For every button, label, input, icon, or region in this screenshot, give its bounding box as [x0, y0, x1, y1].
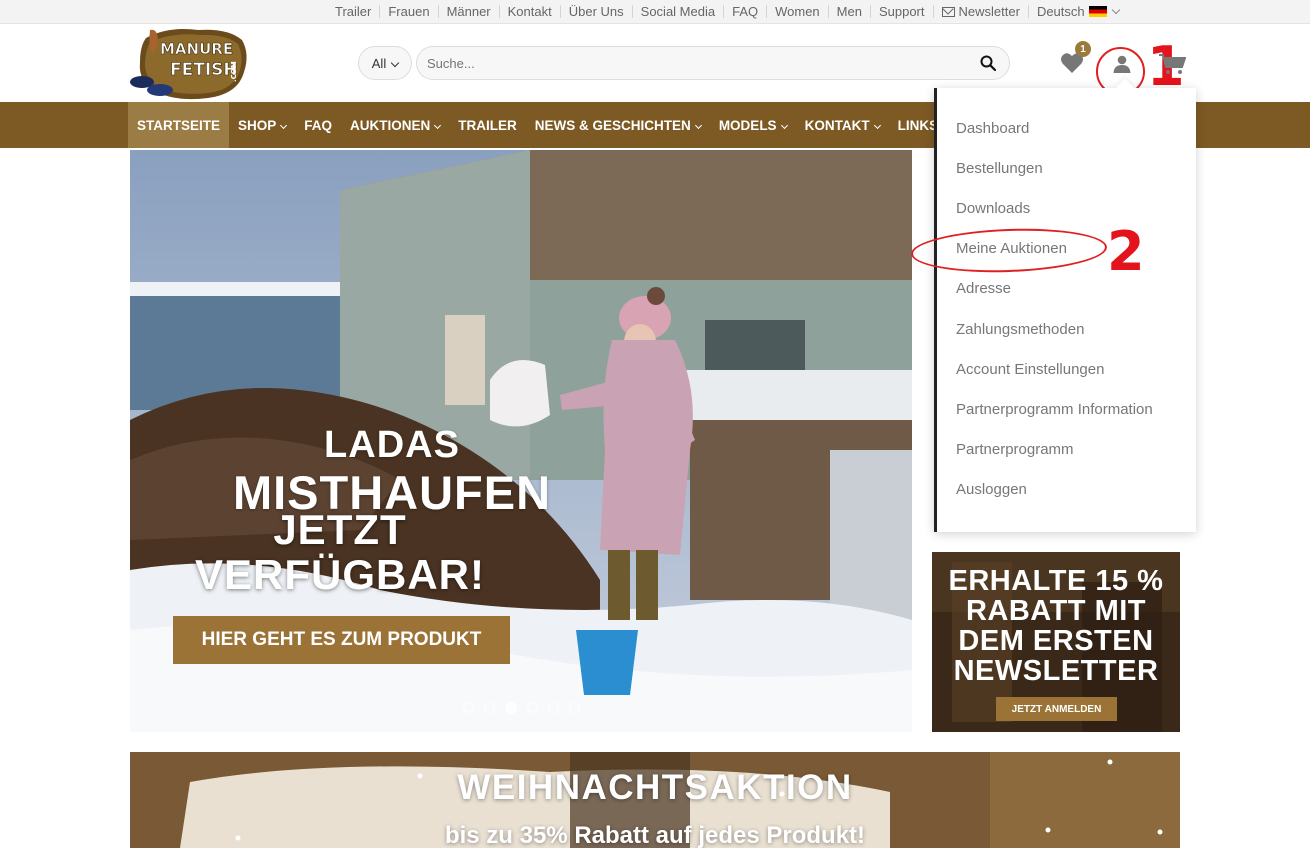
hero-subtitle-line1: JETZT: [273, 506, 407, 553]
xmas-subtitle: bis zu 35% Rabatt auf jedes Produkt!: [444, 822, 866, 848]
chevron-down-icon: [1111, 5, 1120, 14]
language-label: Deutsch: [1036, 3, 1085, 19]
chevron-down-icon: [390, 58, 400, 68]
top-link-women[interactable]: Women: [766, 4, 828, 18]
promo-line-3: DEM ERSTEN: [958, 625, 1154, 657]
nav-label: TRAILER: [458, 117, 517, 133]
svg-text:.COM: .COM: [230, 61, 238, 82]
nav-label: KONTAKT: [804, 117, 870, 133]
slider-dot[interactable]: [548, 702, 559, 713]
promo-text: ERHALTE 15 % RABATT MIT DEM ERSTEN NEWSL…: [932, 566, 1180, 686]
nav-item-startseite[interactable]: STARTSEITE: [128, 102, 230, 148]
account-menu-ausloggen[interactable]: Ausloggen: [956, 470, 1153, 510]
account-menu-partnerprogramm-information[interactable]: Partnerprogramm Information: [956, 389, 1153, 429]
chevron-down-icon: [434, 121, 442, 129]
top-link-frauen[interactable]: Frauen: [379, 4, 437, 18]
slider-dot[interactable]: [484, 702, 495, 713]
language-switcher[interactable]: Deutsch: [1027, 3, 1127, 19]
nav-item-shop[interactable]: SHOP: [229, 102, 295, 148]
chevron-down-icon: [780, 121, 788, 129]
newsletter-label: Newsletter: [958, 3, 1020, 19]
wishlist-count-badge: 1: [1075, 41, 1091, 57]
nav-item-auktionen[interactable]: AUKTIONEN: [341, 102, 449, 148]
envelope-icon: [941, 6, 955, 17]
top-bar: Trailer Frauen Männer Kontakt Über Uns S…: [0, 0, 1310, 24]
slider-dots: [458, 702, 585, 714]
nav-item-kontakt[interactable]: KONTAKT: [796, 102, 889, 148]
logo-text-manure: MANURE: [160, 40, 233, 58]
slider-dot[interactable]: [463, 702, 474, 713]
newsletter-promo-banner[interactable]: ERHALTE 15 % RABATT MIT DEM ERSTEN NEWSL…: [932, 552, 1180, 732]
site-logo[interactable]: MANURE FETISH .COM: [128, 24, 250, 102]
top-links: Trailer Frauen Männer Kontakt Über Uns S…: [327, 0, 1127, 22]
chevron-down-icon: [280, 121, 288, 129]
search-icon[interactable]: [980, 55, 996, 71]
account-menu-dashboard[interactable]: Dashboard: [956, 108, 1153, 148]
nav-label: SHOP: [238, 117, 277, 133]
top-link-support[interactable]: Support: [869, 4, 933, 18]
annotation-number-2: 2: [1107, 220, 1145, 283]
promo-line-4: NEWSLETTER: [953, 655, 1159, 687]
nav-label: MODELS: [718, 117, 777, 133]
top-link-trailer[interactable]: Trailer: [327, 5, 379, 18]
nav-item-news[interactable]: NEWS & GESCHICHTEN: [526, 102, 710, 148]
slider-dot[interactable]: [527, 702, 538, 713]
chevron-down-icon: [873, 121, 881, 129]
account-menu-account-einstellungen[interactable]: Account Einstellungen: [956, 349, 1153, 389]
account-menu-partnerprogramm[interactable]: Partnerprogramm: [956, 430, 1153, 470]
nav-label: AUKTIONEN: [350, 117, 431, 133]
chevron-down-icon: [694, 121, 702, 129]
top-link-kontakt[interactable]: Kontakt: [498, 4, 560, 18]
hero-subtitle-line2: VERFÜGBAR!: [195, 551, 485, 598]
top-link-newsletter[interactable]: Newsletter: [932, 3, 1028, 19]
slider-dot-active[interactable]: [505, 702, 517, 714]
top-link-social-media[interactable]: Social Media: [631, 4, 723, 18]
category-select-value: All: [371, 55, 387, 71]
top-link-faq[interactable]: FAQ: [723, 4, 766, 18]
top-link-men[interactable]: Men: [827, 4, 870, 18]
top-link-ueber-uns[interactable]: Über Uns: [559, 4, 632, 18]
german-flag-icon: [1088, 5, 1107, 17]
top-link-maenner[interactable]: Männer: [437, 4, 499, 18]
hero-title-line1: LADAS: [324, 424, 460, 466]
account-dropdown-menu: Dashboard Bestellungen Downloads Meine A…: [934, 88, 1196, 532]
nav-label: STARTSEITE: [137, 117, 221, 133]
account-menu-bestellungen[interactable]: Bestellungen: [956, 148, 1153, 188]
hero-product-button[interactable]: HIER GEHT ES ZUM PRODUKT: [173, 616, 510, 664]
nav-label: NEWS & GESCHICHTEN: [534, 117, 691, 133]
account-menu-zahlungsmethoden[interactable]: Zahlungsmethoden: [956, 309, 1153, 349]
logo-text-fetish: FETISH: [170, 60, 238, 80]
nav-item-trailer[interactable]: TRAILER: [449, 102, 526, 148]
hero-slider[interactable]: LADAS MISTHAUFEN JETZT VERFÜGBAR! HIER G…: [130, 150, 912, 732]
nav-item-models[interactable]: MODELS: [710, 102, 796, 148]
promo-line-2: RABATT MIT: [965, 595, 1147, 627]
search-bar: All: [358, 46, 1010, 82]
slider-dot[interactable]: [569, 702, 580, 713]
nav-label: LINKS: [897, 117, 939, 133]
promo-line-1: ERHALTE 15 %: [948, 565, 1164, 597]
cart-icon[interactable]: [1158, 53, 1186, 75]
nav-label: FAQ: [304, 117, 333, 133]
nav-item-faq[interactable]: FAQ: [295, 102, 341, 148]
search-input[interactable]: [416, 46, 1010, 80]
category-select[interactable]: All: [358, 46, 412, 80]
newsletter-signup-button[interactable]: JETZT ANMELDEN: [996, 697, 1117, 721]
christmas-sale-banner[interactable]: WEIHNACHTSAKTION bis zu 35% Rabatt auf j…: [130, 752, 1180, 848]
xmas-title: WEIHNACHTSAKTION: [457, 768, 853, 807]
